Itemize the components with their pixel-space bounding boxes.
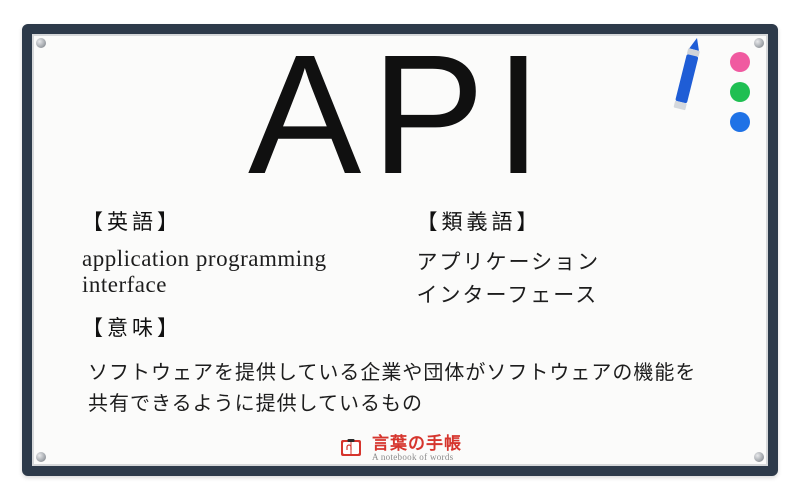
label-english: 【英語】 [82,206,399,236]
value-english: application programming interface [82,246,399,298]
logo-text-jp: 言葉の手帳 [372,435,462,453]
logo-text-en: A notebook of words [372,453,462,462]
value-synonym-line2: インターフェース [417,279,718,312]
logo-book-icon [338,435,364,461]
site-logo: 言葉の手帳 A notebook of words [338,435,462,462]
label-synonym: 【類義語】 [417,206,718,236]
label-meaning: 【意味】 [82,312,399,342]
value-synonym-line1: アプリケーション [417,246,718,279]
whiteboard-frame: API 【英語】 application programming interfa… [22,24,778,476]
headline-term: API [82,30,718,200]
value-meaning-line1: ソフトウェアを提供している企業や団体がソフトウェアの機能を [88,358,718,389]
value-meaning-line2: 共有できるように提供しているもの [88,389,718,420]
whiteboard-content: API 【英語】 application programming interfa… [32,34,768,466]
